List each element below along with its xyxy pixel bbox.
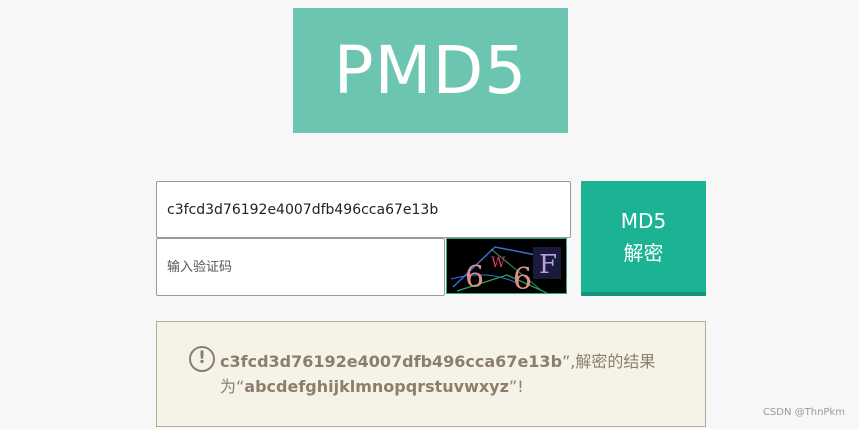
captcha-char-2: W (491, 255, 506, 271)
result-end-text: ”! (508, 377, 524, 396)
watermark: CSDN @ThnPkm (762, 407, 845, 418)
md5-decrypt-button[interactable]: MD5 解密 (581, 181, 706, 296)
captcha-char-3: 6 (513, 262, 532, 294)
captcha-input[interactable] (156, 238, 445, 296)
captcha-image[interactable]: 6 W 6 F (446, 238, 567, 294)
captcha-graphic: 6 W 6 F (447, 239, 566, 294)
site-logo[interactable]: PMD5 (293, 8, 568, 133)
result-box: ! c3fcd3d76192e4007dfb496cca67e13b”,解密的结… (156, 321, 706, 427)
captcha-char-1: 6 (465, 260, 484, 294)
captcha-char-4: F (539, 250, 557, 280)
button-label-line2: 解密 (623, 240, 664, 265)
result-plaintext: abcdefghijklmnopqrstuvwxyz (244, 377, 509, 396)
exclamation-icon: ! (189, 346, 215, 372)
result-message: c3fcd3d76192e4007dfb496cca67e13b”,解密的结果为… (220, 349, 680, 399)
hash-input[interactable] (156, 181, 571, 238)
logo-text: PMD5 (333, 32, 528, 109)
button-label-line1: MD5 (620, 208, 667, 233)
result-hash: c3fcd3d76192e4007dfb496cca67e13b (220, 352, 563, 371)
